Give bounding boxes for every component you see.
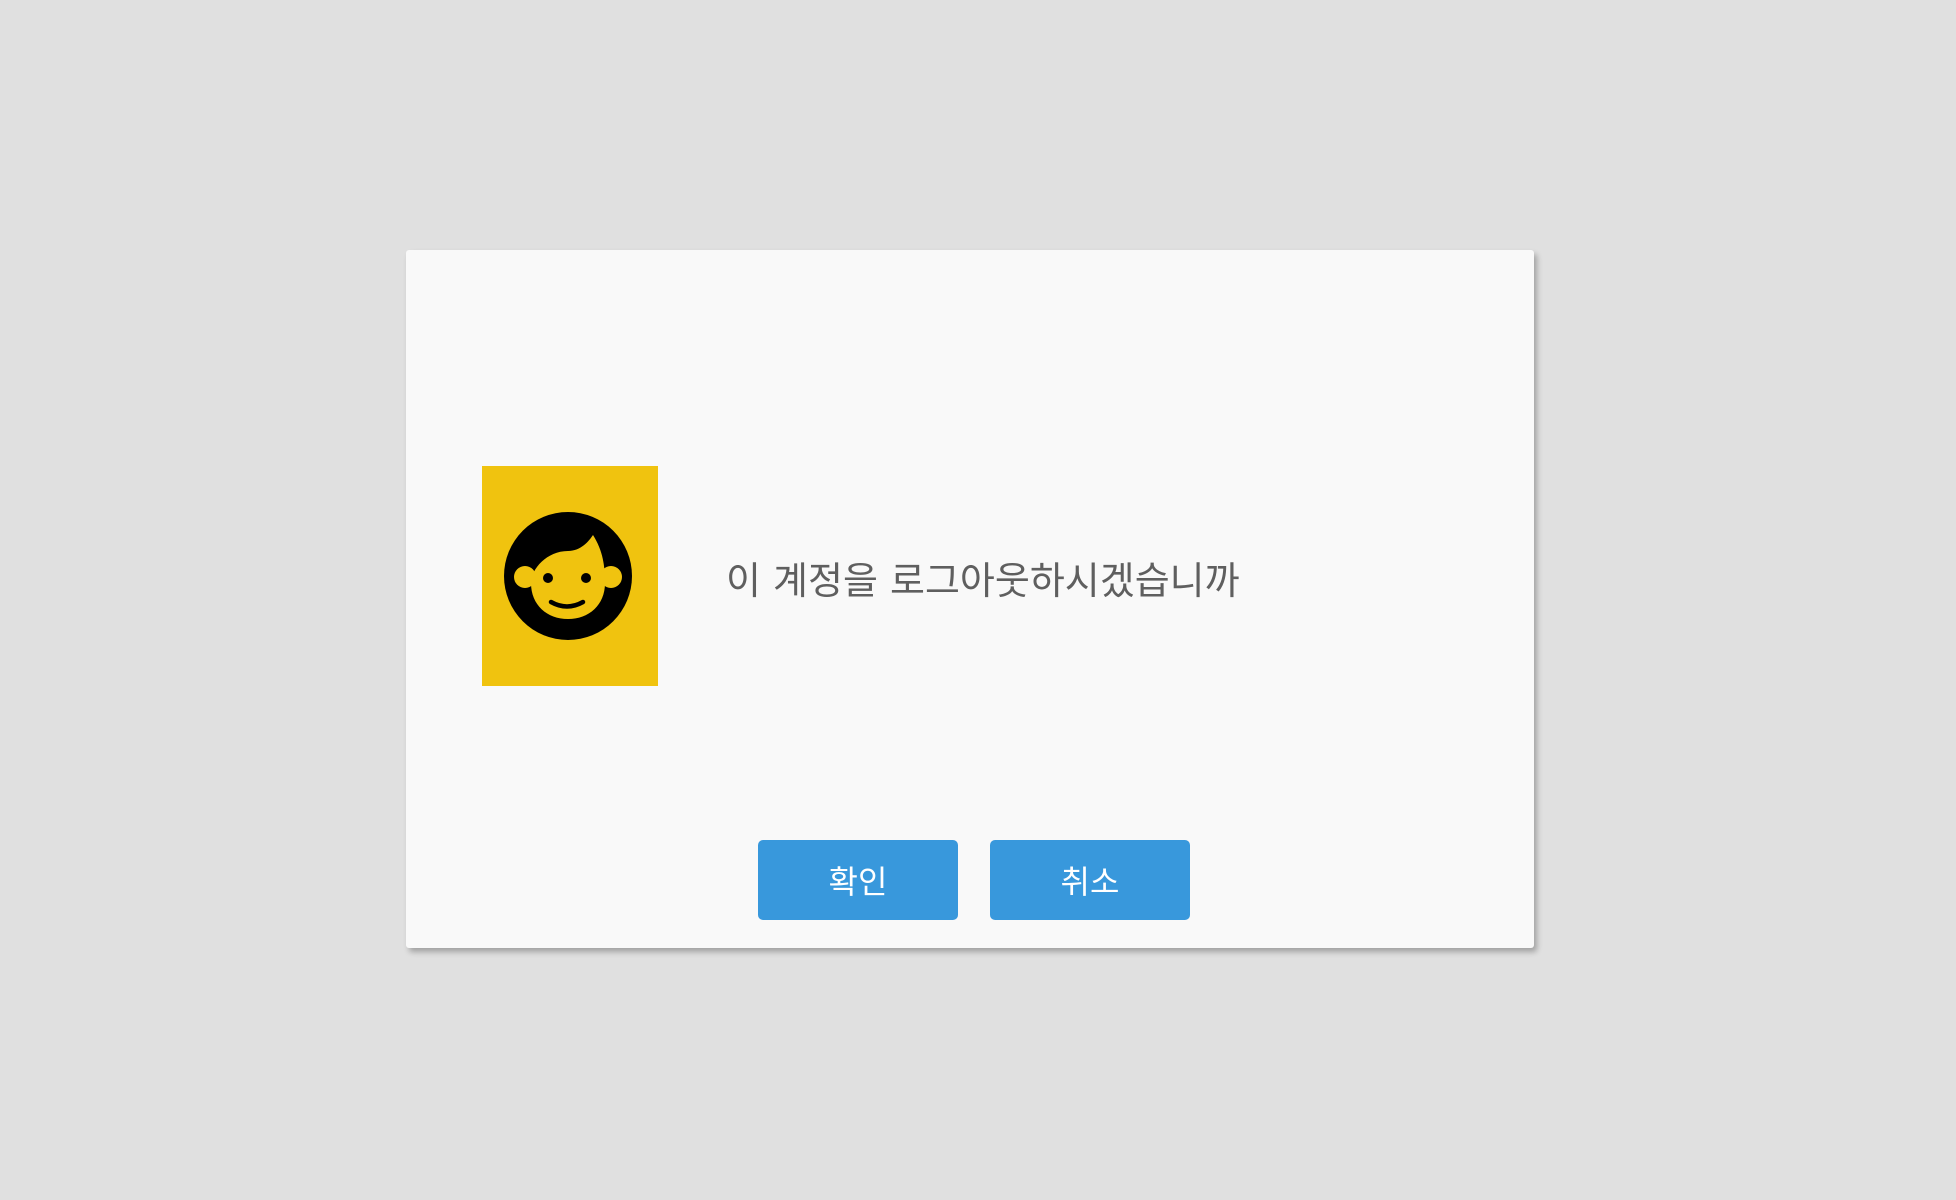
cancel-button-label: 취소 (1060, 863, 1120, 901)
confirm-button-label: 확인 (828, 863, 888, 901)
logout-dialog: 이 계정을 로그아웃하시겠습니까 확인 취소 (406, 250, 1534, 948)
face-icon (504, 512, 632, 640)
logout-confirm-message: 이 계정을 로그아웃하시겠습니까 (726, 559, 1240, 603)
confirm-button[interactable]: 확인 (758, 840, 958, 920)
account-avatar (482, 466, 658, 686)
cancel-button[interactable]: 취소 (990, 840, 1190, 920)
